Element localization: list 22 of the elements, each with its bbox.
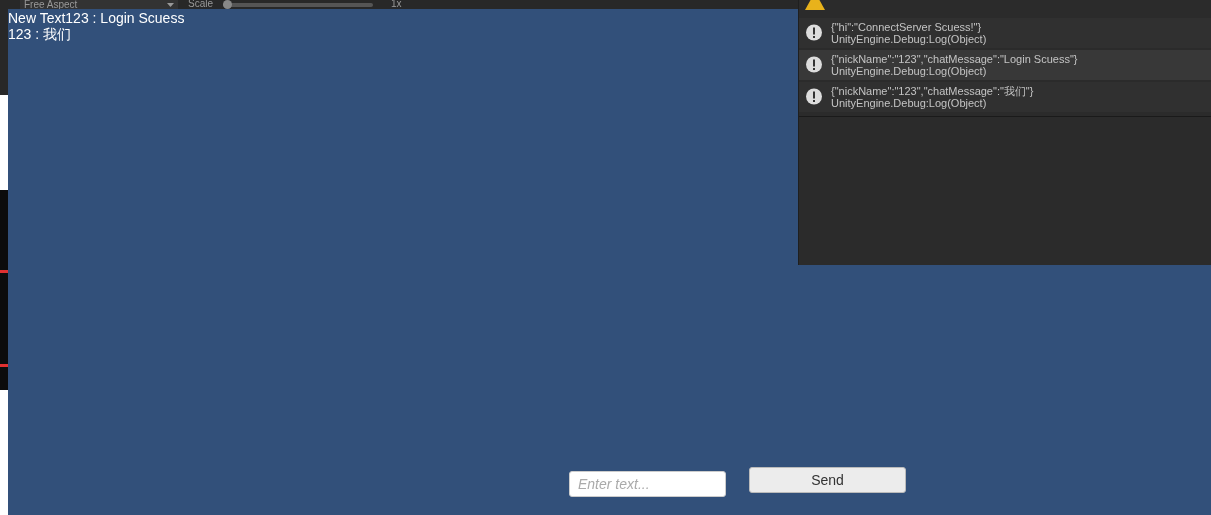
log-trace: UnityEngine.Debug:Log(Object) (831, 33, 987, 45)
chat-message: New Text123 : Login Scuess (8, 10, 185, 26)
scale-slider[interactable] (223, 2, 373, 7)
scale-label: Scale (188, 0, 213, 9)
log-entry[interactable]: {"nickName":"123","chatMessage":"Login Scuess"} UnityEngine.Debug:Log(Object) (799, 50, 1211, 80)
slider-thumb[interactable] (223, 0, 232, 9)
scale-value: 1x (391, 0, 402, 9)
log-message: {"nickName":"123","chatMessage":"Login Scuess"} (831, 53, 1078, 65)
message-input-field[interactable]: Enter text... (569, 471, 726, 497)
log-entry[interactable]: {"hi":"ConnectServer Scuess!"} UnityEngine.Debug:Log(Object) (799, 18, 1211, 48)
aspect-dropdown[interactable]: Free Aspect (20, 0, 178, 9)
caret-icon (167, 2, 174, 7)
info-icon (805, 24, 823, 42)
send-button[interactable]: Send (749, 467, 906, 493)
log-message: {"nickName":"123","chatMessage":"我们"} (831, 85, 1034, 97)
log-trace: UnityEngine.Debug:Log(Object) (831, 65, 987, 77)
log-trace: UnityEngine.Debug:Log(Object) (831, 97, 987, 109)
info-icon (805, 56, 823, 74)
info-icon (805, 88, 823, 106)
log-entry[interactable]: {"nickName":"123","chatMessage":"我们"} UnityEngine.Debug:Log(Object) (799, 82, 1211, 112)
log-message: {"hi":"ConnectServer Scuess!"} (831, 21, 982, 33)
chat-message: 123 : 我们 (8, 26, 72, 42)
